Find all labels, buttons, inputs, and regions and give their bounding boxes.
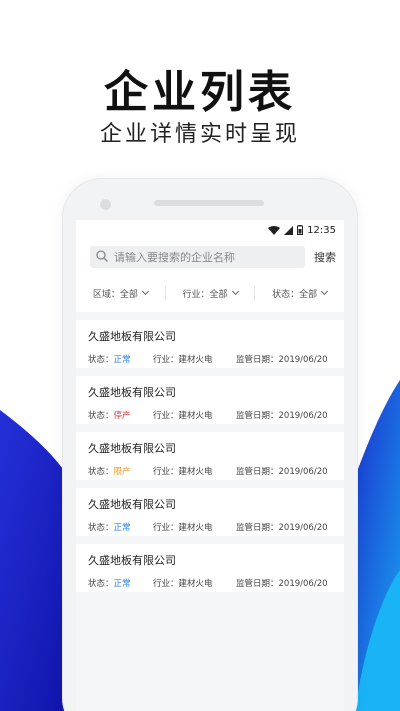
- industry-value: 建材火电: [178, 411, 213, 421]
- date-label: 监管日期：: [236, 523, 279, 533]
- page-subheadline: 企业详情实时呈现: [99, 122, 300, 147]
- filter-status[interactable]: 状态：全部: [255, 286, 344, 300]
- date-value: 2019/06/20: [278, 355, 328, 365]
- filter-industry-label: 行业：全部: [182, 289, 228, 300]
- industry-label: 行业：: [153, 579, 179, 589]
- search-placeholder: 请输入要搜索的企业名称: [114, 251, 235, 264]
- date-value: 2019/06/20: [278, 411, 328, 421]
- chevron-down-icon: [141, 287, 149, 296]
- industry-value: 建材火电: [178, 467, 213, 477]
- status-value: 限产: [113, 467, 131, 477]
- status-label: 状态：: [88, 579, 114, 589]
- industry-value: 建材火电: [178, 355, 213, 365]
- company-name: 久盛地板有限公司: [88, 330, 176, 343]
- page-headline: 企业列表: [104, 67, 296, 118]
- company-list: 久盛地板有限公司 状态：正常 行业：建材火电 监管日期：2019/06/20 久…: [76, 312, 344, 592]
- status-label: 状态：: [88, 467, 114, 477]
- date-label: 监管日期：: [236, 355, 279, 365]
- industry-value: 建材火电: [178, 523, 213, 533]
- industry-label: 行业：: [153, 523, 179, 533]
- status-value: 停产: [113, 411, 131, 421]
- status-label: 状态：: [88, 411, 114, 421]
- date-value: 2019/06/20: [278, 523, 328, 533]
- date-label: 监管日期：: [236, 467, 279, 477]
- status-label: 状态：: [88, 355, 114, 365]
- status-bar: 12:35: [76, 220, 344, 240]
- status-value: 正常: [113, 523, 131, 533]
- speaker-grille: [154, 200, 264, 206]
- list-item[interactable]: 久盛地板有限公司 状态：停产 行业：建材火电 监管日期：2019/06/20: [76, 376, 344, 424]
- status-time: 12:35: [307, 224, 336, 236]
- camera-icon: [100, 199, 111, 210]
- search-input[interactable]: 请输入要搜索的企业名称: [90, 246, 305, 268]
- status-value: 正常: [113, 355, 131, 365]
- date-label: 监管日期：: [236, 579, 279, 589]
- wifi-icon: [268, 225, 281, 235]
- company-name: 久盛地板有限公司: [88, 386, 176, 399]
- industry-label: 行业：: [153, 467, 179, 477]
- filter-region[interactable]: 区域：全部: [76, 286, 166, 300]
- list-item[interactable]: 久盛地板有限公司 状态：正常 行业：建材火电 监管日期：2019/06/20: [76, 320, 344, 368]
- status-value: 正常: [113, 579, 131, 589]
- search-bar: 请输入要搜索的企业名称 搜索: [76, 240, 344, 274]
- list-item[interactable]: 久盛地板有限公司 状态：限产 行业：建材火电 监管日期：2019/06/20: [76, 432, 344, 480]
- chevron-down-icon: [321, 287, 329, 296]
- company-name: 久盛地板有限公司: [88, 498, 176, 511]
- list-item[interactable]: 久盛地板有限公司 状态：正常 行业：建材火电 监管日期：2019/06/20: [76, 488, 344, 536]
- industry-label: 行业：: [153, 355, 179, 365]
- battery-icon: [297, 225, 304, 235]
- date-value: 2019/06/20: [278, 579, 328, 589]
- search-button[interactable]: 搜索: [314, 249, 336, 265]
- phone-screen: 12:35 请输入要搜索的企业名称 搜索 区域：全部 行业：全部 状态：全部 久…: [76, 220, 344, 711]
- company-name: 久盛地板有限公司: [88, 442, 176, 455]
- search-icon: [96, 249, 108, 265]
- industry-label: 行业：: [153, 411, 179, 421]
- date-value: 2019/06/20: [278, 467, 328, 477]
- signal-icon: [284, 225, 294, 235]
- filter-industry[interactable]: 行业：全部: [166, 286, 256, 300]
- status-label: 状态：: [88, 523, 114, 533]
- date-label: 监管日期：: [236, 411, 279, 421]
- company-name: 久盛地板有限公司: [88, 554, 176, 567]
- list-item[interactable]: 久盛地板有限公司 状态：正常 行业：建材火电 监管日期：2019/06/20: [76, 544, 344, 592]
- filter-region-label: 区域：全部: [92, 289, 138, 300]
- filter-status-label: 状态：全部: [272, 289, 318, 300]
- filter-bar: 区域：全部 行业：全部 状态：全部: [76, 274, 344, 312]
- chevron-down-icon: [231, 287, 239, 296]
- industry-value: 建材火电: [178, 579, 213, 589]
